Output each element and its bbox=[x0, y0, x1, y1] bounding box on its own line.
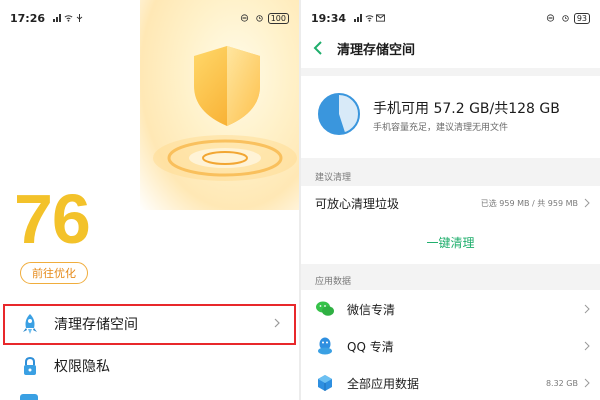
all-app-data-row[interactable]: 全部应用数据 8.32 GB bbox=[301, 366, 600, 400]
row-label: QQ 专清 bbox=[347, 339, 394, 354]
row-label: 可放心清理垃圾 bbox=[315, 196, 400, 211]
dnd-icon bbox=[546, 14, 554, 22]
app-data-size: 8.32 GB bbox=[545, 378, 578, 388]
row-label: 微信专清 bbox=[347, 302, 396, 317]
chevron-right-icon bbox=[584, 304, 590, 314]
back-arrow-icon[interactable] bbox=[313, 41, 325, 55]
storage-gauge bbox=[318, 93, 360, 135]
battery-indicator: 93 bbox=[573, 12, 590, 24]
section-title-app-data: 应用数据 bbox=[315, 277, 352, 287]
chevron-right-icon bbox=[584, 341, 590, 351]
qq-penguin-icon bbox=[315, 337, 335, 355]
safe-junk-row[interactable]: 可放心清理垃圾 已选 959 MB / 共 959 MB bbox=[301, 186, 600, 220]
usb-icon bbox=[76, 14, 83, 22]
alarm-icon bbox=[256, 15, 263, 22]
clean-storage-screen: 19:34 93 清理存储空间 手机可用 57.2 GB/共128 GB 手机容… bbox=[301, 0, 600, 400]
selected-size-text: 已选 959 MB / 共 959 MB bbox=[480, 198, 578, 208]
app-cube-icon bbox=[315, 374, 335, 392]
storage-advice-text: 手机容量充足，建议清理无用文件 bbox=[373, 123, 509, 133]
battery-indicator: 100 bbox=[267, 12, 289, 24]
scan-ring-graphic bbox=[153, 135, 297, 181]
menu-item-privacy[interactable]: 权限隐私 bbox=[0, 344, 299, 388]
status-time: 19:34 bbox=[311, 11, 347, 25]
alarm-icon bbox=[562, 15, 569, 22]
qq-clean-row[interactable]: QQ 专清 bbox=[301, 329, 600, 363]
storage-summary-card: 手机可用 57.2 GB/共128 GB 手机容量充足，建议清理无用文件 bbox=[301, 76, 600, 158]
shield-icon bbox=[194, 46, 260, 126]
signal-icon bbox=[354, 14, 363, 22]
wifi-icon bbox=[365, 15, 374, 22]
partial-menu-icon bbox=[20, 394, 38, 400]
menu-item-label: 权限隐私 bbox=[54, 359, 110, 375]
one-click-clean-button[interactable]: 一键清理 bbox=[301, 228, 600, 256]
status-bar: 17:26 100 bbox=[0, 0, 299, 36]
wechat-icon bbox=[315, 300, 335, 318]
dnd-icon bbox=[240, 14, 248, 22]
optimize-button[interactable]: 前往优化 bbox=[20, 262, 88, 284]
chevron-right-icon bbox=[584, 198, 590, 208]
status-time: 17:26 bbox=[10, 11, 46, 25]
page-title: 清理存储空间 bbox=[337, 42, 416, 58]
wifi-icon bbox=[64, 15, 73, 22]
section-title-suggested: 建议清理 bbox=[315, 173, 352, 183]
page-header: 清理存储空间 bbox=[301, 36, 600, 60]
highlight-box bbox=[3, 304, 296, 345]
message-icon bbox=[376, 14, 386, 22]
wechat-clean-row[interactable]: 微信专清 bbox=[301, 292, 600, 326]
lock-icon bbox=[20, 355, 40, 377]
security-score: 76 bbox=[14, 180, 91, 258]
signal-icon bbox=[53, 14, 62, 22]
storage-available-text: 手机可用 57.2 GB/共128 GB bbox=[373, 101, 560, 117]
chevron-right-icon bbox=[584, 378, 590, 388]
row-label: 全部应用数据 bbox=[347, 376, 420, 391]
status-bar: 19:34 93 bbox=[301, 0, 600, 36]
security-home-screen: 17:26 100 76 前往优化 清理存储空间 权限隐私 bbox=[0, 0, 299, 400]
